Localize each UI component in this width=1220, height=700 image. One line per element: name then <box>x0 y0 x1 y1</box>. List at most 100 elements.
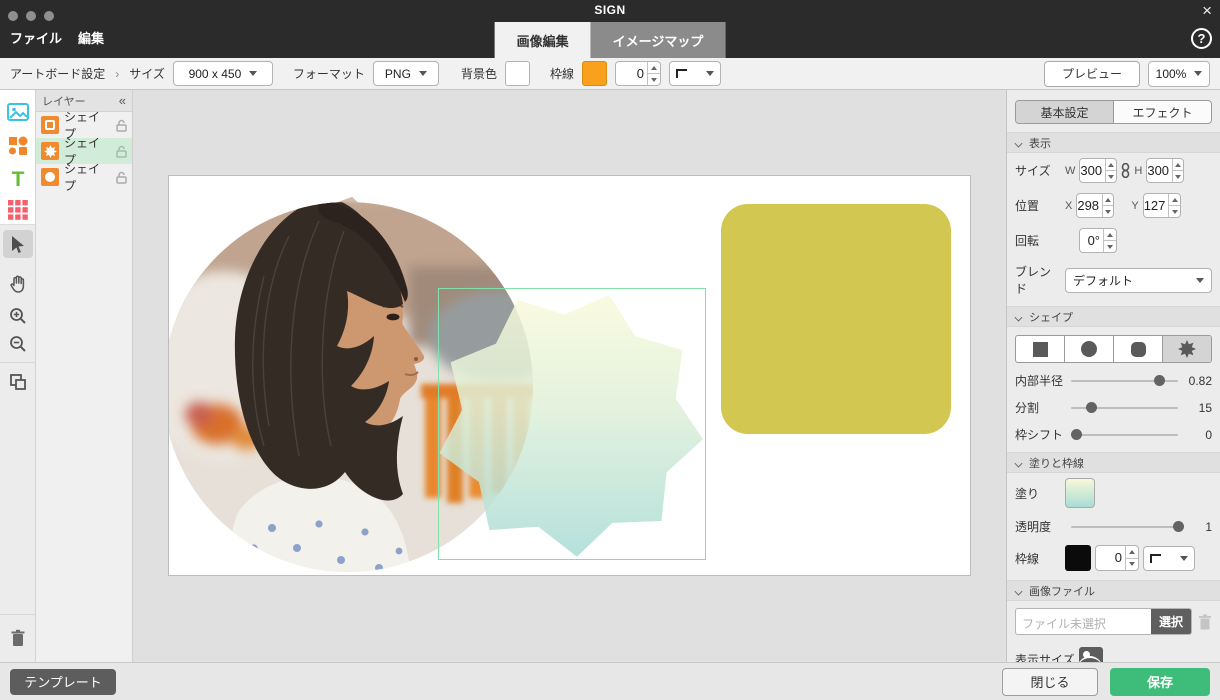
divisions-slider[interactable] <box>1071 407 1178 409</box>
stroke-color-swatch[interactable] <box>1065 545 1091 571</box>
unlock-icon[interactable] <box>116 171 127 184</box>
shift-row: 枠シフト 0 <box>1007 421 1220 452</box>
select-tool[interactable] <box>3 230 33 258</box>
bg-color-swatch[interactable] <box>505 61 530 86</box>
step-up-icon[interactable] <box>651 66 657 70</box>
x-input[interactable]: 298 <box>1076 193 1114 218</box>
fill-color-swatch[interactable] <box>1065 478 1095 508</box>
width-input[interactable]: 300 <box>1079 158 1117 183</box>
tool-column: T <box>0 90 36 662</box>
artboard-settings-label: アートボード設定 <box>10 65 105 82</box>
titlebar: SIGN × ファイル 編集 画像編集 イメージマップ ? <box>0 0 1220 58</box>
artboard-size-select[interactable]: 900 x 450 <box>173 61 273 86</box>
window-title: SIGN <box>0 3 1220 17</box>
blend-select[interactable]: デフォルト <box>1065 268 1212 293</box>
shape-square-button[interactable] <box>1016 336 1064 362</box>
unlock-icon[interactable] <box>116 119 127 132</box>
artboard-scene <box>169 176 972 577</box>
artboard[interactable] <box>168 175 971 576</box>
shapes-tool[interactable] <box>3 132 33 160</box>
image-tool[interactable] <box>3 98 33 126</box>
opacity-slider[interactable] <box>1071 526 1178 528</box>
image-icon <box>7 103 29 121</box>
border-color-swatch[interactable] <box>582 61 607 86</box>
duplicate-tool[interactable] <box>3 368 33 396</box>
main-tabs: 画像編集 イメージマップ <box>495 22 726 58</box>
shift-slider[interactable] <box>1071 434 1178 436</box>
help-icon[interactable]: ? <box>1191 28 1212 49</box>
collapse-panel-icon[interactable]: « <box>119 93 126 108</box>
hand-tool[interactable] <box>3 270 33 298</box>
format-label: フォーマット <box>293 65 365 82</box>
shape-variant-buttons <box>1015 335 1212 363</box>
section-shape[interactable]: シェイプ <box>1007 306 1220 327</box>
chevron-down-icon <box>1015 314 1023 319</box>
step-down-icon[interactable] <box>651 78 657 82</box>
preview-button[interactable]: プレビュー <box>1044 61 1140 87</box>
rotation-input[interactable]: 0° <box>1079 228 1117 253</box>
canvas-area[interactable] <box>133 90 1006 662</box>
menu-file[interactable]: ファイル <box>10 28 62 47</box>
link-icon[interactable] <box>1121 163 1130 178</box>
zoom-out-tool[interactable] <box>3 330 33 358</box>
format-select[interactable]: PNG <box>373 61 439 86</box>
zoom-select[interactable]: 100% <box>1148 61 1210 87</box>
zoom-in-tool[interactable] <box>3 302 33 330</box>
menu-edit[interactable]: 編集 <box>78 28 104 47</box>
file-select-button[interactable]: 選択 <box>1151 609 1191 634</box>
save-button[interactable]: 保存 <box>1110 668 1210 696</box>
star-shape-icon <box>41 142 59 160</box>
unlock-icon[interactable] <box>116 145 127 158</box>
stroke-width-input[interactable]: 0 <box>1095 545 1139 571</box>
hand-icon <box>9 275 27 293</box>
chevron-down-icon <box>1196 278 1204 283</box>
breadcrumb: › <box>115 67 119 81</box>
shape-star-button[interactable] <box>1162 336 1211 362</box>
corner-style-icon <box>1150 554 1161 563</box>
chevron-down-icon <box>706 71 714 76</box>
delete-tool[interactable] <box>3 624 33 652</box>
inner-radius-slider[interactable] <box>1071 380 1178 382</box>
file-input[interactable]: ファイル未選択 選択 <box>1015 608 1192 635</box>
footer-bar: テンプレート 閉じる 保存 <box>0 662 1220 700</box>
stroke-row: 枠線 0 <box>1007 540 1220 580</box>
shape-rounded-square-button[interactable] <box>1113 336 1162 362</box>
tab-image-edit[interactable]: 画像編集 <box>495 22 591 58</box>
section-fill-border[interactable]: 塗りと枠線 <box>1007 452 1220 473</box>
stroke-corner-select[interactable] <box>1143 546 1195 571</box>
text-tool[interactable]: T <box>3 166 33 194</box>
tab-basic-settings[interactable]: 基本設定 <box>1016 101 1113 123</box>
layers-panel: レイヤー « シェイプ シェイプ <box>36 90 133 662</box>
chevron-down-icon <box>1194 71 1202 76</box>
tab-effects[interactable]: エフェクト <box>1113 101 1211 123</box>
section-image-file[interactable]: 画像ファイル <box>1007 580 1220 601</box>
tab-image-map[interactable]: イメージマップ <box>591 22 726 58</box>
border-label: 枠線 <box>550 65 574 82</box>
close-icon[interactable]: × <box>1202 1 1212 21</box>
chevron-down-icon <box>249 71 257 76</box>
shape-circle-button[interactable] <box>1064 336 1113 362</box>
image-file-row: ファイル未選択 選択 <box>1015 608 1212 635</box>
opacity-row: 透明度 1 <box>1007 513 1220 540</box>
border-width-input[interactable]: 0 <box>615 61 661 86</box>
trash-icon[interactable] <box>1198 614 1212 630</box>
zoom-out-icon <box>9 335 27 353</box>
trash-icon <box>10 629 26 647</box>
square-shape-icon <box>41 116 59 134</box>
height-input[interactable]: 300 <box>1146 158 1184 183</box>
layer-row-circle[interactable]: シェイプ <box>36 164 132 190</box>
template-button[interactable]: テンプレート <box>10 669 116 695</box>
stepper[interactable] <box>647 62 660 85</box>
section-display[interactable]: 表示 <box>1007 132 1220 153</box>
fill-row: 塗り <box>1007 473 1220 513</box>
inspector-panel: 基本設定 エフェクト 表示 サイズ W 300 H <box>1006 90 1220 662</box>
y-input[interactable]: 127 <box>1143 193 1181 218</box>
select-icon <box>10 235 26 253</box>
close-button[interactable]: 閉じる <box>1002 668 1098 696</box>
main-area: T <box>0 90 1220 662</box>
border-corner-select[interactable] <box>669 61 721 86</box>
duplicate-icon <box>9 373 27 391</box>
display-size-icon[interactable] <box>1079 647 1103 662</box>
grid-tool[interactable] <box>3 196 33 224</box>
artboard-toolbar: アートボード設定 › サイズ 900 x 450 フォーマット PNG 背景色 … <box>0 58 1220 90</box>
